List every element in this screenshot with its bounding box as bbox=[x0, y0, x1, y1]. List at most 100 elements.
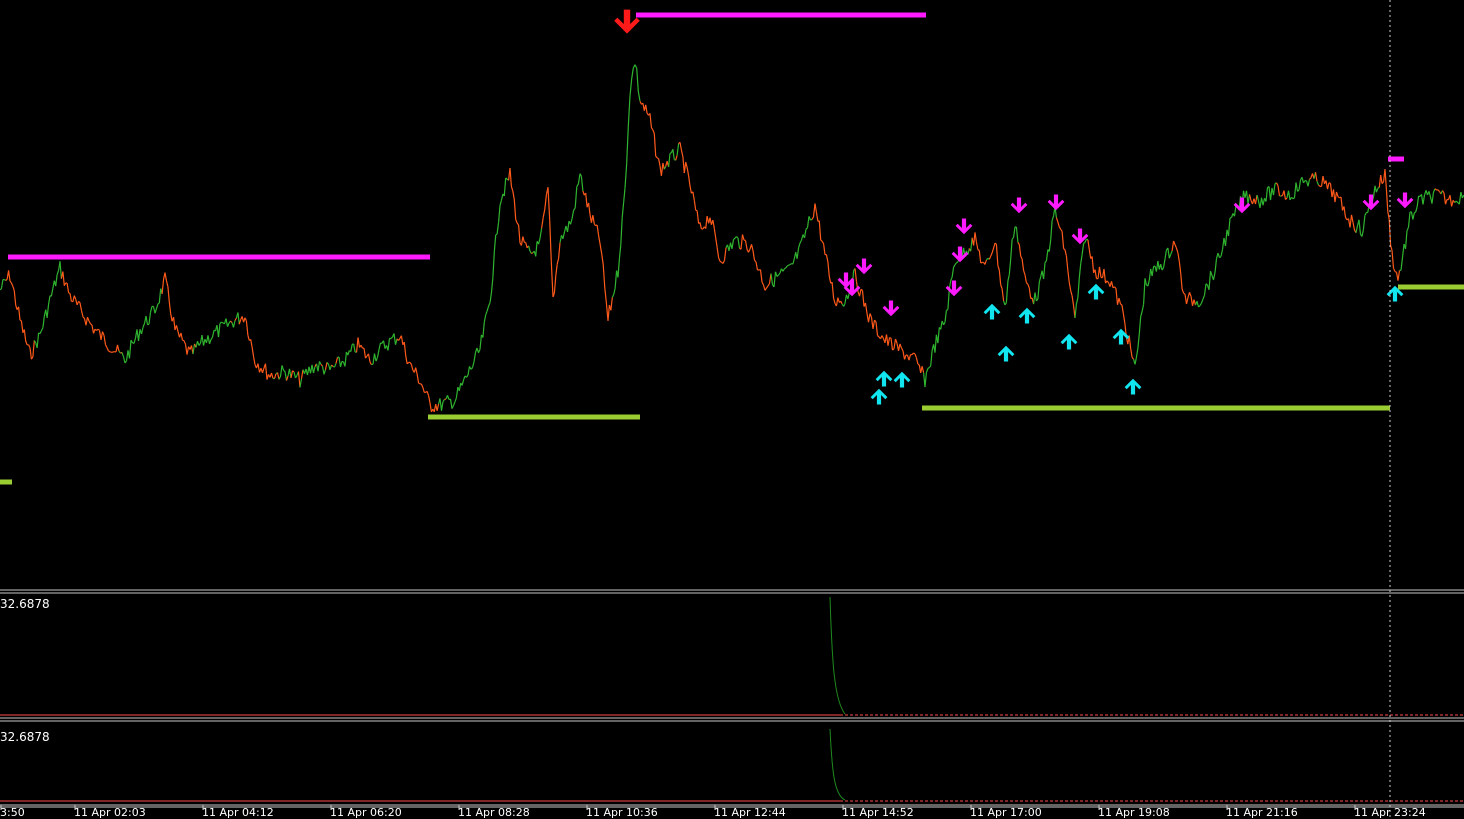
price-segment bbox=[1071, 295, 1075, 306]
price-segment bbox=[128, 340, 132, 359]
price-segment bbox=[1293, 182, 1297, 198]
price-segment bbox=[799, 239, 803, 244]
price-segment bbox=[1120, 303, 1123, 306]
price-segment bbox=[42, 316, 45, 328]
price-segment bbox=[418, 382, 421, 385]
price-segment bbox=[631, 68, 634, 79]
price-segment bbox=[944, 310, 947, 323]
price-segment bbox=[593, 223, 597, 227]
price-segment bbox=[1449, 195, 1453, 207]
price-segment bbox=[1203, 283, 1207, 296]
price-segment bbox=[798, 242, 801, 248]
price-segment bbox=[1064, 249, 1067, 257]
price-segment bbox=[974, 232, 977, 242]
price-segment bbox=[1413, 211, 1417, 214]
price-segment bbox=[1094, 269, 1098, 279]
price-segment bbox=[393, 333, 397, 345]
price-segment bbox=[1340, 197, 1344, 211]
price-segment bbox=[531, 252, 534, 255]
price-segment bbox=[927, 367, 930, 369]
price-segment bbox=[1001, 288, 1005, 302]
price-segment bbox=[1385, 189, 1389, 212]
price-segment bbox=[375, 357, 379, 362]
buy-arrow-icon bbox=[893, 371, 911, 388]
price-segment bbox=[68, 292, 71, 294]
price-segment bbox=[911, 352, 914, 356]
price-segment bbox=[1460, 191, 1463, 199]
buy-arrow-icon bbox=[1060, 333, 1078, 350]
price-segment bbox=[455, 387, 459, 398]
price-segment bbox=[1027, 284, 1030, 289]
x-tick-label: 11 Apr 02:03 bbox=[74, 806, 146, 819]
price-segment bbox=[82, 316, 85, 319]
price-segment bbox=[998, 270, 1002, 285]
price-segment bbox=[676, 143, 680, 156]
price-segment bbox=[1025, 282, 1029, 285]
price-segment bbox=[518, 224, 521, 243]
price-segment bbox=[1200, 298, 1204, 304]
price-segment bbox=[750, 244, 754, 251]
price-segment bbox=[498, 205, 501, 223]
price-segment bbox=[675, 155, 678, 161]
price-segment bbox=[1303, 180, 1306, 184]
price-segment bbox=[917, 363, 920, 366]
price-segment bbox=[875, 321, 879, 336]
price-segment bbox=[192, 343, 196, 355]
price-segment bbox=[1196, 301, 1200, 308]
price-segment bbox=[297, 371, 301, 388]
price-segment bbox=[0, 279, 4, 289]
price-segment bbox=[713, 228, 717, 238]
price-segment bbox=[281, 365, 285, 371]
price-segment bbox=[320, 364, 323, 367]
price-segment bbox=[660, 162, 664, 176]
price-segment bbox=[221, 321, 224, 324]
price-segment bbox=[770, 273, 774, 285]
price-segment bbox=[889, 337, 892, 339]
price-segment bbox=[930, 350, 933, 367]
price-segment bbox=[300, 369, 304, 379]
price-segment bbox=[541, 217, 544, 229]
price-chart[interactable] bbox=[0, 0, 1464, 819]
price-segment bbox=[477, 349, 481, 354]
price-segment bbox=[558, 242, 561, 259]
price-segment bbox=[1175, 247, 1179, 253]
price-segment bbox=[493, 234, 497, 252]
price-segment bbox=[529, 250, 532, 254]
price-segment bbox=[604, 287, 607, 304]
price-segment bbox=[755, 261, 759, 271]
price-segment bbox=[796, 247, 800, 259]
price-segment bbox=[1007, 274, 1010, 282]
price-segment bbox=[562, 231, 566, 239]
price-segment bbox=[237, 312, 240, 325]
price-segment bbox=[9, 280, 12, 284]
price-segment bbox=[1167, 247, 1170, 259]
price-segment bbox=[0, 288, 2, 291]
price-segment bbox=[485, 310, 488, 316]
price-segment bbox=[1434, 188, 1437, 191]
price-segment bbox=[754, 259, 757, 263]
price-segment bbox=[1160, 264, 1163, 271]
price-segment bbox=[1074, 303, 1077, 319]
price-segment bbox=[405, 355, 408, 364]
price-segment bbox=[1397, 270, 1401, 281]
price-segment bbox=[1050, 220, 1053, 240]
price-segment bbox=[1422, 194, 1426, 205]
price-segment bbox=[157, 302, 160, 305]
price-segment bbox=[80, 310, 84, 318]
price-segment bbox=[1343, 206, 1347, 218]
price-segment bbox=[789, 263, 792, 266]
price-segment bbox=[783, 267, 787, 270]
price-segment bbox=[1406, 226, 1410, 232]
price-segment bbox=[165, 280, 169, 287]
price-segment bbox=[645, 104, 648, 114]
price-segment bbox=[1394, 271, 1397, 273]
x-tick-label: 11 Apr 10:36 bbox=[586, 806, 658, 819]
price-segment bbox=[655, 155, 658, 159]
price-segment bbox=[1404, 230, 1408, 249]
price-segment bbox=[940, 320, 943, 330]
price-segment bbox=[278, 376, 282, 380]
price-segment bbox=[679, 142, 682, 151]
price-segment bbox=[1178, 261, 1182, 274]
price-segment bbox=[766, 285, 769, 289]
price-segment bbox=[369, 361, 373, 365]
